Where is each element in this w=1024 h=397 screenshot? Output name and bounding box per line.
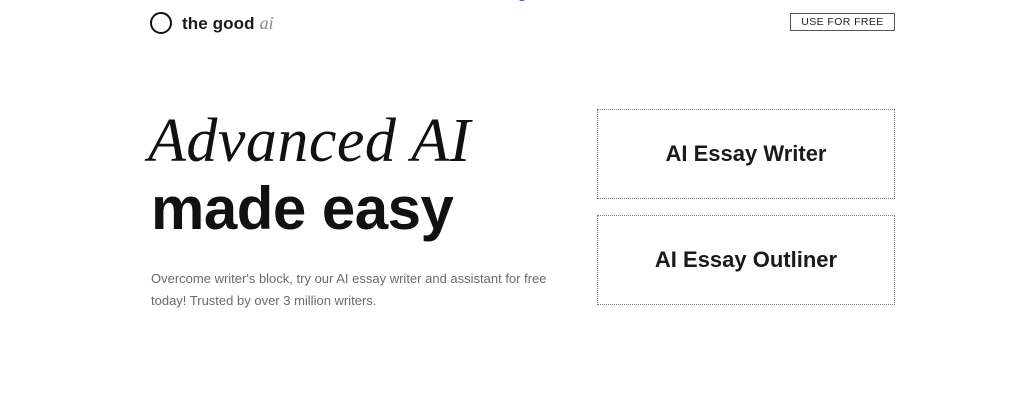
ai-essay-writer-button[interactable]: AI Essay Writer <box>597 109 895 199</box>
headline-line-2: made easy <box>151 175 454 242</box>
hero-subtitle: Overcome writer's block, try our AI essa… <box>151 271 547 308</box>
logo-wordmark: the good ai <box>182 13 274 34</box>
tool-label: AI Essay Writer <box>665 141 827 166</box>
use-for-free-button[interactable]: USE FOR FREE <box>790 13 895 31</box>
headline-line-1: Advanced AI <box>148 107 471 175</box>
top-indicator-dot <box>519 0 525 1</box>
tool-label: AI Essay Outliner <box>654 247 838 272</box>
ai-essay-outliner-button[interactable]: AI Essay Outliner <box>597 215 895 305</box>
logo-link[interactable]: the good ai <box>150 10 274 36</box>
logo-ai: ai <box>259 12 274 33</box>
page: the good ai USE FOR FREE Advanced AI mad… <box>0 0 1024 397</box>
circle-logo-icon <box>150 12 172 34</box>
logo-word: the good <box>182 13 255 33</box>
hero-headline: Advanced AI made easy <box>148 108 471 244</box>
